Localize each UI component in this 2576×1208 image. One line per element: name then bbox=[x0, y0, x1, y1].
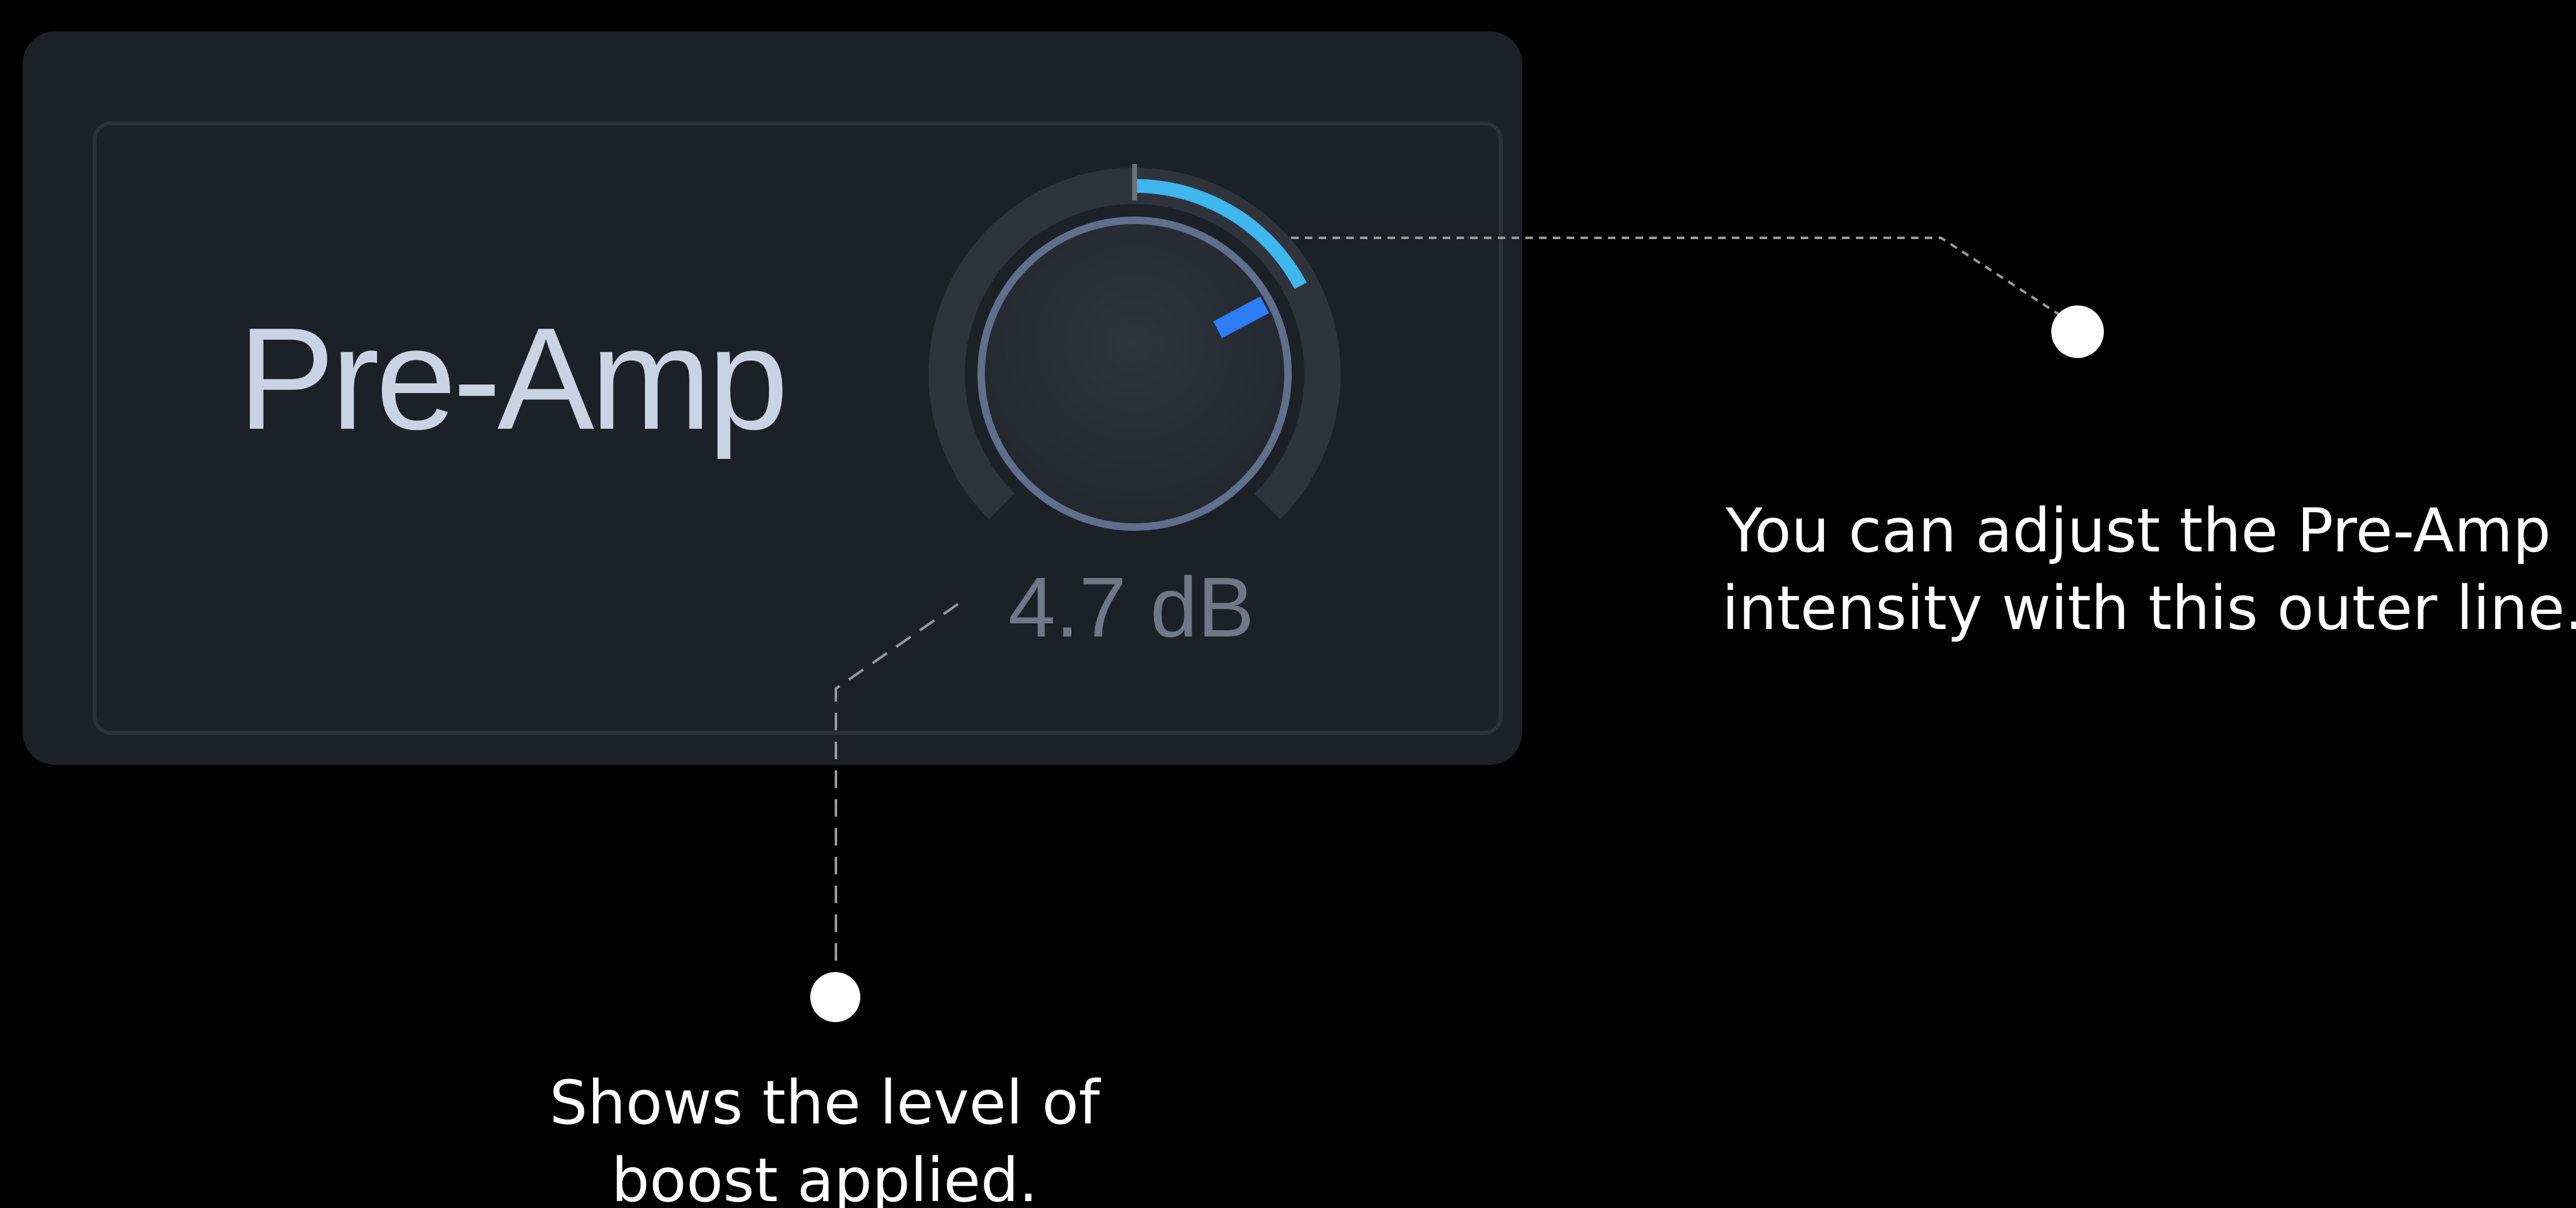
level-callout-line1: Shows the level of bbox=[549, 1068, 1100, 1138]
outer-line-callout-dot bbox=[2051, 305, 2104, 358]
level-callout-dot bbox=[810, 972, 860, 1022]
preamp-value-label: 4.7 dB bbox=[1008, 560, 1255, 655]
outer-line-callout-line1: You can adjust the Pre-Amp bbox=[1726, 496, 2551, 566]
outer-line-callout-text: You can adjust the Pre-Amp intensity wit… bbox=[1722, 492, 2576, 647]
outer-line-leader bbox=[1291, 237, 2068, 320]
outer-line-callout-line2: intensity with this outer line. bbox=[1722, 573, 2576, 643]
preamp-knob[interactable] bbox=[977, 217, 1292, 531]
level-callout-text: Shows the level of boost applied. bbox=[512, 1064, 1138, 1208]
level-leader bbox=[835, 603, 959, 967]
level-callout-line2: boost applied. bbox=[611, 1145, 1038, 1208]
